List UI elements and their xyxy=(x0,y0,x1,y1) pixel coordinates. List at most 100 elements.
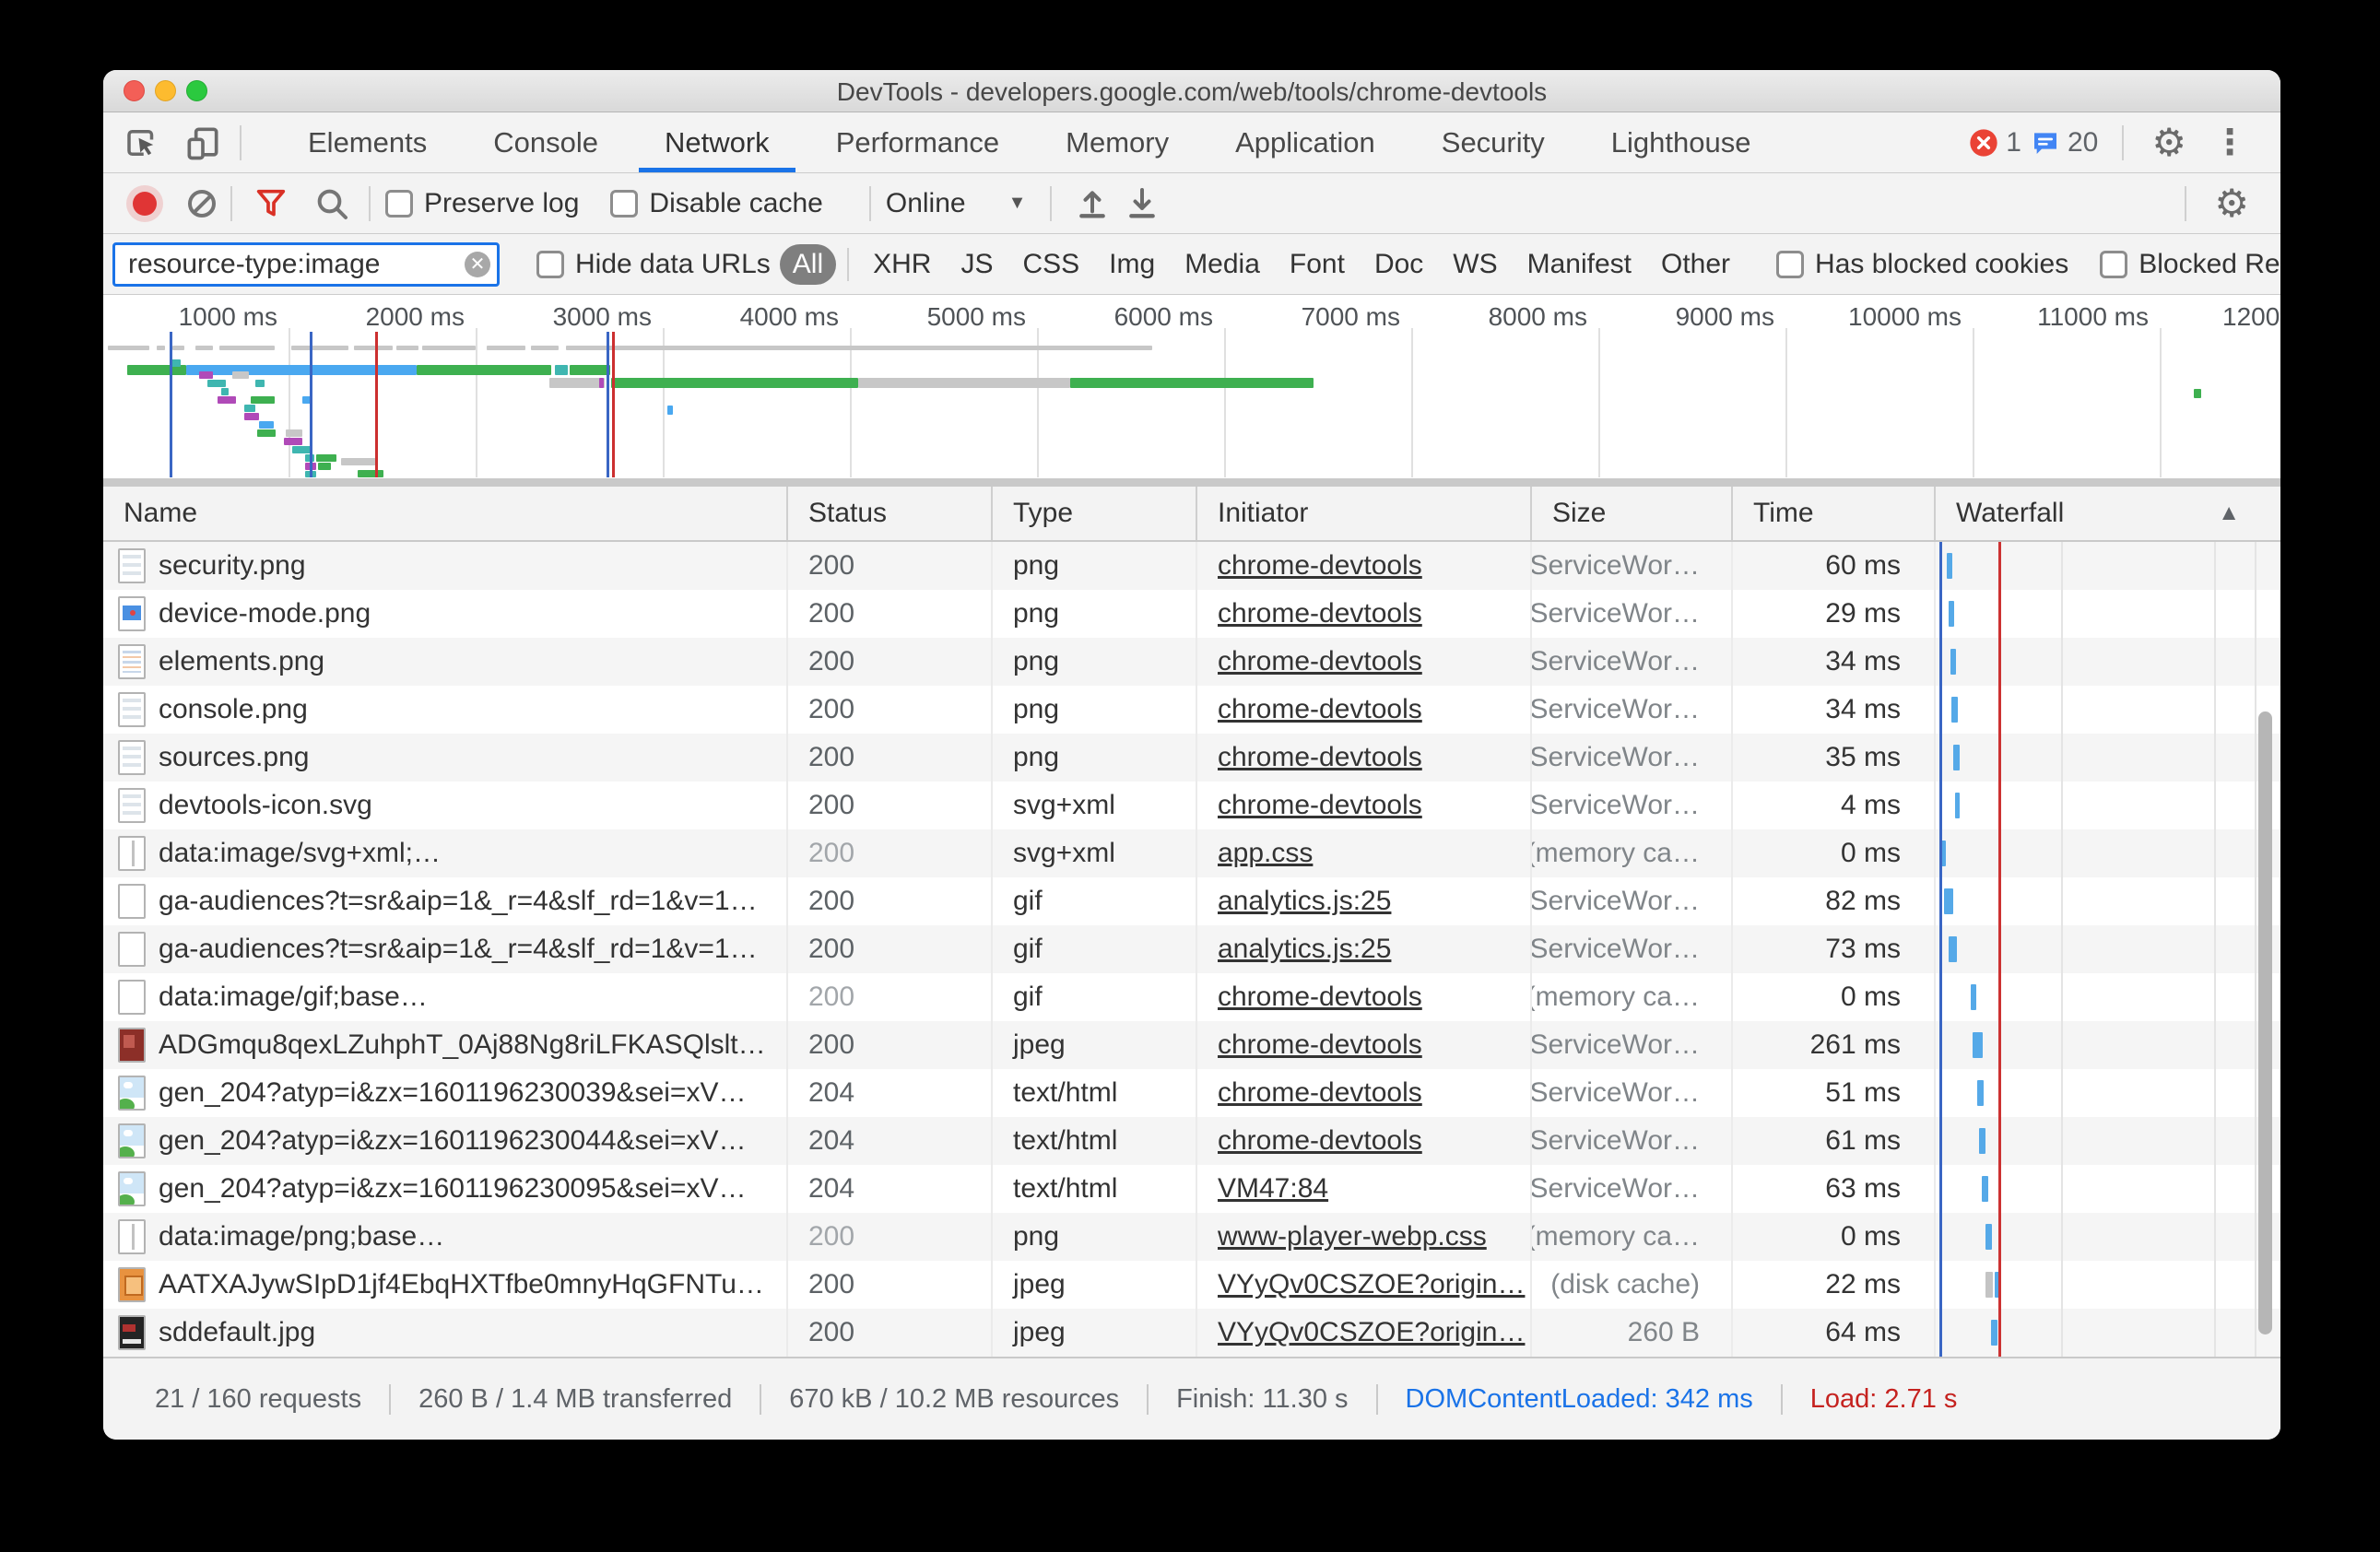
table-row[interactable]: sddefault.jpg200jpegVYyQv0CSZOE?origin…2… xyxy=(103,1309,2280,1357)
waterfall-bar[interactable] xyxy=(1949,601,1954,627)
request-name[interactable]: device-mode.png xyxy=(159,598,371,629)
import-har-icon[interactable] xyxy=(1070,182,1114,226)
request-name[interactable]: sources.png xyxy=(159,742,309,773)
filter-type-font[interactable]: Font xyxy=(1277,244,1358,285)
tab-console[interactable]: Console xyxy=(460,112,631,172)
clear-filter-icon[interactable]: ✕ xyxy=(465,252,490,277)
filter-type-xhr[interactable]: XHR xyxy=(860,244,944,285)
column-header-name[interactable]: Name xyxy=(103,487,788,540)
waterfall-bar[interactable] xyxy=(1944,888,1953,914)
filter-funnel-icon[interactable] xyxy=(249,182,293,226)
waterfall-bar[interactable] xyxy=(1985,1224,1992,1250)
error-badge-icon[interactable] xyxy=(1969,128,1998,158)
waterfall-bar[interactable] xyxy=(1982,1176,1988,1202)
tab-application[interactable]: Application xyxy=(1202,112,1408,172)
tab-performance[interactable]: Performance xyxy=(803,112,1032,172)
waterfall-bar[interactable] xyxy=(1949,936,1957,962)
waterfall-bar[interactable] xyxy=(1971,984,1976,1010)
waterfall-bar[interactable] xyxy=(1973,1032,1983,1058)
filter-type-ws[interactable]: WS xyxy=(1440,244,1510,285)
device-toolbar-icon[interactable] xyxy=(181,121,225,165)
request-name[interactable]: security.png xyxy=(159,550,306,582)
tab-memory[interactable]: Memory xyxy=(1032,112,1202,172)
request-initiator-link[interactable]: chrome-devtools xyxy=(1218,1125,1422,1157)
table-row[interactable]: gen_204?atyp=i&zx=1601196230039&sei=xV…2… xyxy=(103,1069,2280,1117)
column-header-type[interactable]: Type xyxy=(993,487,1197,540)
request-name[interactable]: ga-audiences?t=sr&aip=1&_r=4&slf_rd=1&v=… xyxy=(159,886,758,917)
table-row[interactable]: data:image/png;base…200pngwww-player-web… xyxy=(103,1213,2280,1261)
waterfall-bar[interactable] xyxy=(1979,1128,1985,1154)
request-initiator-link[interactable]: chrome-devtools xyxy=(1218,1077,1422,1109)
filter-type-manifest[interactable]: Manifest xyxy=(1514,244,1644,285)
waterfall-bar[interactable] xyxy=(1950,649,1956,675)
filter-type-media[interactable]: Media xyxy=(1172,244,1273,285)
column-header-size[interactable]: Size xyxy=(1532,487,1733,540)
inspect-element-icon[interactable] xyxy=(120,121,164,165)
waterfall-bar[interactable] xyxy=(1955,793,1960,818)
hide-data-urls-checkbox[interactable] xyxy=(536,251,564,278)
request-name[interactable]: devtools-icon.svg xyxy=(159,790,372,821)
preserve-log-checkbox[interactable] xyxy=(385,190,413,218)
request-initiator-link[interactable]: chrome-devtools xyxy=(1218,982,1422,1013)
column-header-initiator[interactable]: Initiator xyxy=(1197,487,1532,540)
column-header-waterfall[interactable]: Waterfall ▲ xyxy=(1936,487,2280,540)
filter-type-js[interactable]: JS xyxy=(948,244,1006,285)
request-name[interactable]: gen_204?atyp=i&zx=1601196230095&sei=xV… xyxy=(159,1173,746,1205)
filter-input[interactable] xyxy=(112,242,500,287)
tab-network[interactable]: Network xyxy=(631,112,803,172)
waterfall-bar[interactable] xyxy=(1953,745,1960,770)
issues-bubble-icon[interactable] xyxy=(2031,128,2060,158)
request-initiator-link[interactable]: analytics.js:25 xyxy=(1218,934,1391,965)
table-row[interactable]: console.png200pngchrome-devtools(Service… xyxy=(103,686,2280,734)
filter-type-all[interactable]: All xyxy=(780,244,836,285)
throttling-dropdown[interactable]: Online ▼ xyxy=(886,188,1027,219)
request-initiator-link[interactable]: chrome-devtools xyxy=(1218,598,1422,629)
settings-gear-icon[interactable]: ⚙ xyxy=(2138,123,2199,162)
request-initiator-link[interactable]: chrome-devtools xyxy=(1218,694,1422,725)
waterfall-bar[interactable] xyxy=(1991,1320,1997,1346)
request-name[interactable]: sddefault.jpg xyxy=(159,1317,315,1348)
tab-lighthouse[interactable]: Lighthouse xyxy=(1578,112,1785,172)
request-name[interactable]: data:image/png;base… xyxy=(159,1221,444,1252)
table-row[interactable]: data:image/gif;base…200gifchrome-devtool… xyxy=(103,973,2280,1021)
request-name[interactable]: data:image/svg+xml;… xyxy=(159,838,441,869)
filter-type-css[interactable]: CSS xyxy=(1009,244,1092,285)
table-row[interactable]: ga-audiences?t=sr&aip=1&_r=4&slf_rd=1&v=… xyxy=(103,877,2280,925)
search-icon[interactable] xyxy=(310,182,354,226)
table-row[interactable]: gen_204?atyp=i&zx=1601196230044&sei=xV…2… xyxy=(103,1117,2280,1165)
filter-type-img[interactable]: Img xyxy=(1096,244,1168,285)
request-name[interactable]: AATXAJywSIpD1jf4EbqHXTfbe0mnyHqGFNTu… xyxy=(159,1269,764,1300)
table-scrollbar[interactable] xyxy=(2258,711,2272,1334)
table-row[interactable]: AATXAJywSIpD1jf4EbqHXTfbe0mnyHqGFNTu…200… xyxy=(103,1261,2280,1309)
table-row[interactable]: sources.png200pngchrome-devtools(Service… xyxy=(103,734,2280,782)
network-overview-timeline[interactable]: 1000 ms2000 ms3000 ms4000 ms5000 ms6000 … xyxy=(103,295,2280,487)
table-row[interactable]: ga-audiences?t=sr&aip=1&_r=4&slf_rd=1&v=… xyxy=(103,925,2280,973)
waterfall-bar[interactable] xyxy=(1977,1080,1984,1106)
export-har-icon[interactable] xyxy=(1120,182,1164,226)
table-row[interactable]: security.png200pngchrome-devtools(Servic… xyxy=(103,542,2280,590)
table-row[interactable]: elements.png200pngchrome-devtools(Servic… xyxy=(103,638,2280,686)
request-initiator-link[interactable]: VM47:84 xyxy=(1218,1173,1328,1205)
request-initiator-link[interactable]: app.css xyxy=(1218,838,1313,869)
filter-type-doc[interactable]: Doc xyxy=(1361,244,1436,285)
column-header-status[interactable]: Status xyxy=(788,487,993,540)
request-initiator-link[interactable]: chrome-devtools xyxy=(1218,550,1422,582)
request-initiator-link[interactable]: VYyQv0CSZOE?origin… xyxy=(1218,1317,1525,1348)
request-initiator-link[interactable]: chrome-devtools xyxy=(1218,742,1422,773)
table-row[interactable]: devtools-icon.svg200svg+xmlchrome-devtoo… xyxy=(103,782,2280,829)
waterfall-bar[interactable] xyxy=(1951,697,1958,723)
filter-type-other[interactable]: Other xyxy=(1648,244,1743,285)
request-name[interactable]: elements.png xyxy=(159,646,324,677)
request-name[interactable]: console.png xyxy=(159,694,308,725)
column-header-time[interactable]: Time xyxy=(1733,487,1936,540)
waterfall-bar[interactable] xyxy=(1947,553,1952,579)
tab-elements[interactable]: Elements xyxy=(275,112,460,172)
request-initiator-link[interactable]: chrome-devtools xyxy=(1218,790,1422,821)
tab-security[interactable]: Security xyxy=(1408,112,1578,172)
table-row[interactable]: device-mode.png200pngchrome-devtools(Ser… xyxy=(103,590,2280,638)
request-initiator-link[interactable]: www-player-webp.css xyxy=(1218,1221,1487,1252)
table-row[interactable]: data:image/svg+xml;…200svg+xmlapp.css(me… xyxy=(103,829,2280,877)
clear-network-log-icon[interactable] xyxy=(188,190,216,218)
request-name[interactable]: ga-audiences?t=sr&aip=1&_r=4&slf_rd=1&v=… xyxy=(159,934,758,965)
table-row[interactable]: gen_204?atyp=i&zx=1601196230095&sei=xV…2… xyxy=(103,1165,2280,1213)
